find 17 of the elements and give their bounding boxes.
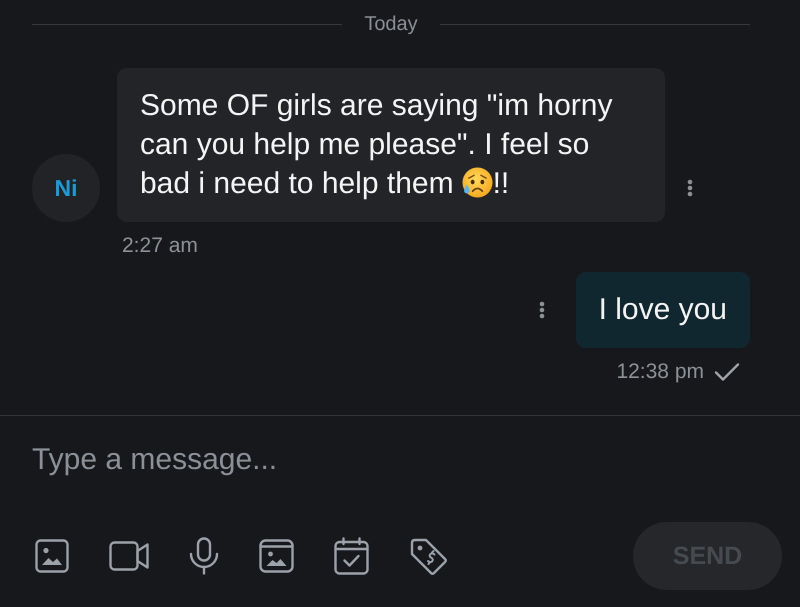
avatar-initials[interactable]: Ni (32, 154, 100, 222)
price-tag-icon[interactable] (409, 536, 448, 576)
message-time: 2:27 am (122, 234, 198, 257)
microphone-icon[interactable] (189, 537, 219, 575)
message-time: 12:38 pm (616, 360, 704, 384)
date-separator-text: Today (364, 12, 418, 36)
more-options-icon[interactable] (687, 179, 693, 197)
more-options-icon[interactable] (538, 301, 545, 319)
message-text: !! (492, 167, 510, 200)
message-text: bad i need to help them (140, 167, 454, 200)
image-icon[interactable] (35, 539, 69, 573)
message-input-field[interactable]: Type a message... (32, 436, 768, 484)
video-camera-icon[interactable] (109, 541, 149, 571)
calendar-icon[interactable] (334, 537, 369, 575)
sad-face-emoji-icon (462, 167, 493, 198)
gallery-icon[interactable] (259, 539, 294, 573)
message-text: I love you (598, 293, 727, 326)
